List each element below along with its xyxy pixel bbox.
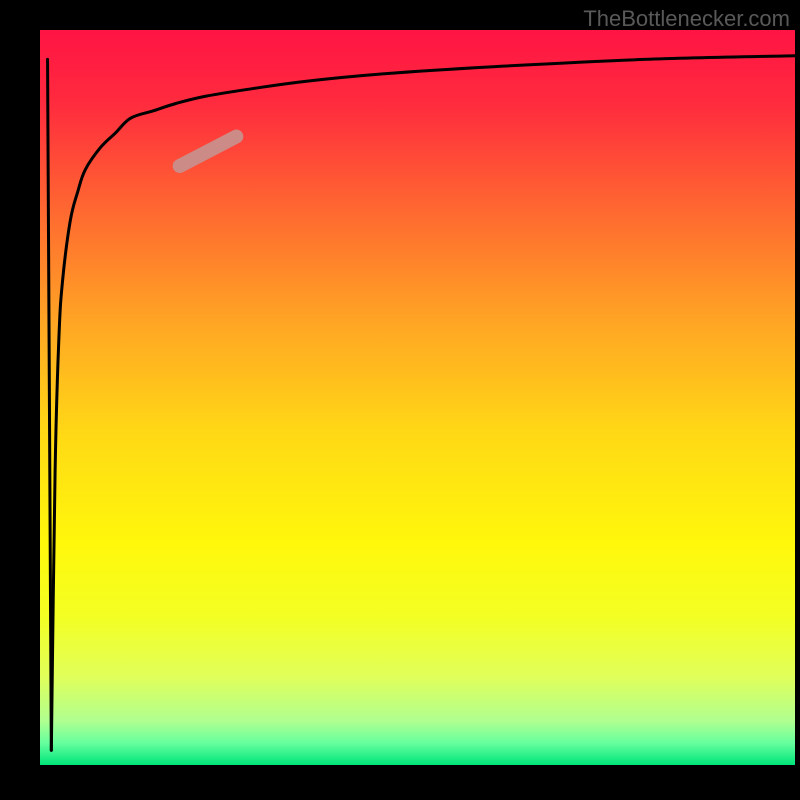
- watermark-text: TheBottlenecker.com: [583, 6, 790, 32]
- chart-background-gradient: [40, 30, 795, 765]
- chart-svg: [0, 0, 800, 800]
- chart-container: TheBottlenecker.com: [0, 0, 800, 800]
